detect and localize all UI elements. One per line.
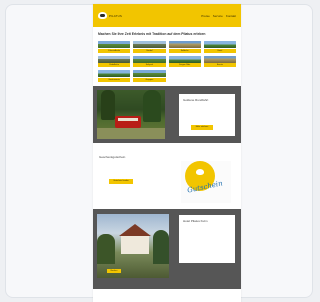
offer-tile[interactable]: Gastronomie — [98, 70, 131, 82]
offer-label: Dragon Ride — [168, 63, 201, 68]
offer-image — [133, 55, 166, 63]
voucher-image: Gutschein — [181, 160, 231, 203]
tree-graphic — [143, 89, 161, 122]
promo-button[interactable]: Buchen — [107, 268, 121, 273]
tree-graphic — [101, 89, 115, 120]
offer-tile[interactable]: Zahnradbahn — [98, 41, 131, 53]
nav-item[interactable]: Preise — [201, 14, 210, 18]
train-promo-section: Goldene Rundfahrt Mehr erfahren — [93, 85, 241, 143]
offer-tile[interactable]: Rodelbahn — [98, 55, 131, 68]
offer-image — [203, 41, 236, 49]
tree-graphic — [153, 229, 169, 264]
offer-tile[interactable]: Hotel — [203, 41, 236, 53]
tree-graphic — [97, 233, 115, 264]
offer-tile[interactable]: Events — [203, 55, 236, 68]
offer-tile[interactable]: Seilbahn — [168, 41, 201, 53]
train-photo — [97, 89, 165, 139]
offer-image — [98, 70, 131, 78]
hotel-promo-section: Hotel Pilatus Kulm Buchen — [93, 208, 241, 289]
promo-card: Goldene Rundfahrt Mehr erfahren — [179, 93, 235, 136]
wall-graphic — [121, 235, 149, 254]
intro-title: Machen Sie Ihre Zeit Erlebnis mit Tradit… — [98, 32, 206, 36]
offer-tile[interactable]: Dragon Ride — [168, 55, 201, 68]
gift-button[interactable]: Gutschein kaufen — [109, 178, 133, 184]
promo-card: Hotel Pilatus Kulm — [179, 214, 235, 263]
roof-graphic — [119, 223, 151, 236]
offer-label: Gondel — [133, 48, 166, 53]
gift-text: Geschenkgutschein — [99, 155, 153, 159]
gift-voucher-section: Geschenkgutschein Gutschein kaufen Gutsc… — [93, 142, 241, 209]
offer-image — [203, 55, 236, 63]
mountain-train-icon — [98, 12, 107, 19]
offer-tile[interactable]: Gondel — [133, 41, 166, 53]
track-graphic — [97, 127, 165, 139]
nav-item[interactable]: Service — [213, 14, 223, 18]
email-preview: PILATUS Preise Service Kontakt Machen Si… — [93, 4, 241, 302]
offer-image — [98, 55, 131, 63]
logo-text: PILATUS — [109, 13, 122, 18]
offer-image — [133, 70, 166, 78]
offer-image — [98, 41, 131, 49]
promo-title: Hotel Pilatus Kulm — [183, 218, 208, 223]
offer-label: Hotel — [203, 48, 236, 53]
promo-title: Goldene Rundfahrt — [183, 97, 209, 102]
offer-tile[interactable]: Gruppen — [133, 70, 166, 82]
logo[interactable]: PILATUS — [98, 12, 122, 19]
offer-label: Events — [203, 63, 236, 68]
offer-label: Seilbahn — [168, 48, 201, 53]
offer-label: Zahnradbahn — [98, 48, 131, 53]
intro-section: Machen Sie Ihre Zeit Erlebnis mit Tradit… — [93, 27, 241, 38]
train-graphic — [115, 115, 141, 128]
gift-title: Geschenkgutschein — [99, 154, 126, 159]
offer-label: Seilpark — [133, 63, 166, 68]
offer-label: Rodelbahn — [98, 63, 131, 68]
offer-image — [168, 55, 201, 63]
nav-item[interactable]: Kontakt — [226, 14, 236, 18]
offer-image — [133, 41, 166, 49]
offer-image — [168, 41, 201, 49]
header-nav: Preise Service Kontakt — [201, 14, 236, 18]
offer-grid: Zahnradbahn Gondel Seilbahn Hotel Rodelb… — [93, 38, 241, 86]
offer-label: Gastronomie — [98, 77, 131, 82]
offer-label: Gruppen — [133, 77, 166, 82]
email-header: PILATUS Preise Service Kontakt — [93, 4, 241, 27]
promo-button[interactable]: Mehr erfahren — [191, 124, 213, 130]
offer-tile[interactable]: Seilpark — [133, 55, 166, 68]
